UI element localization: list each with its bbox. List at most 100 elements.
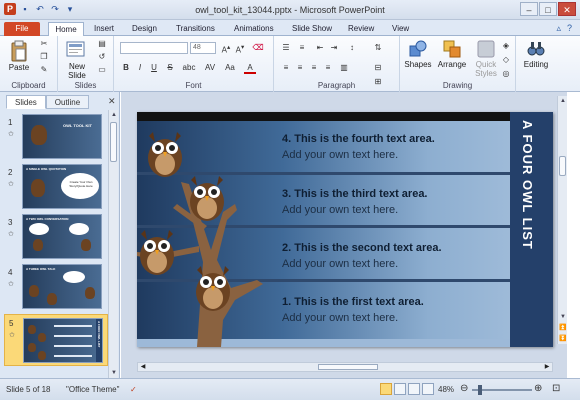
cut-icon[interactable]: ✂ xyxy=(38,38,50,50)
reset-icon[interactable]: ↺ xyxy=(96,51,108,63)
slide-title[interactable]: A FOUR OWL LIST xyxy=(520,120,535,250)
next-slide-icon[interactable]: ⏬ xyxy=(558,334,568,344)
scroll-left-icon[interactable]: ◀ xyxy=(138,363,148,371)
slide-thumbnail-1[interactable]: 1 ✩ OWL TOOL KIT xyxy=(4,114,108,162)
tab-outline[interactable]: Outline xyxy=(45,95,90,109)
text-area-1-heading[interactable]: 1. This is the first text area. xyxy=(282,296,424,308)
text-area-4-body[interactable]: Add your own text here. xyxy=(282,149,398,161)
slide-thumbnail-3[interactable]: 3 ✩ A TWO OWL CONVERSATION xyxy=(4,214,108,262)
text-area-2-body[interactable]: Add your own text here. xyxy=(282,258,398,270)
shapes-button[interactable]: Shapes xyxy=(402,60,434,69)
zoom-in-icon[interactable]: ⊕ xyxy=(534,383,542,394)
new-slide-button[interactable]: New Slide xyxy=(60,62,94,80)
paste-button[interactable]: Paste xyxy=(4,63,34,72)
quick-styles-icon[interactable] xyxy=(476,39,496,59)
tab-home[interactable]: Home xyxy=(48,22,84,36)
paste-icon[interactable] xyxy=(10,40,28,62)
italic-button[interactable]: I xyxy=(134,62,146,74)
text-area-1-body[interactable]: Add your own text here. xyxy=(282,312,398,324)
shape-outline-icon[interactable]: ◇ xyxy=(500,54,512,66)
tab-view[interactable]: View xyxy=(392,22,409,36)
strikethrough-button[interactable]: S xyxy=(164,62,176,74)
align-text-icon[interactable]: ⊟ xyxy=(372,62,384,74)
binoculars-icon[interactable] xyxy=(526,39,546,59)
scroll-down-icon[interactable]: ▼ xyxy=(558,312,568,322)
slide-thumbnail-2[interactable]: 2 ✩ A SINGLE OWL QUOTATION Create Your O… xyxy=(4,164,108,212)
justify-icon[interactable]: ≡ xyxy=(322,62,334,74)
tab-animations[interactable]: Animations xyxy=(234,22,274,36)
tab-transitions[interactable]: Transitions xyxy=(176,22,215,36)
increase-indent-icon[interactable]: ⇥ xyxy=(328,42,340,54)
clear-formatting-icon[interactable]: ⌫ xyxy=(252,42,264,54)
character-spacing-button[interactable]: AV xyxy=(202,62,218,74)
tab-slides[interactable]: Slides xyxy=(6,95,46,109)
editor-scroll-thumb[interactable] xyxy=(559,156,566,176)
text-area-4-heading[interactable]: 4. This is the fourth text area. xyxy=(282,133,435,145)
zoom-slider-thumb[interactable] xyxy=(478,385,482,395)
reading-view-icon[interactable] xyxy=(408,383,420,395)
font-size-combo[interactable]: 48 xyxy=(190,42,216,54)
scroll-right-icon[interactable]: ▶ xyxy=(542,363,552,371)
new-slide-icon[interactable] xyxy=(66,39,86,61)
help-icon[interactable]: ? xyxy=(567,23,572,34)
minimize-icon[interactable]: – xyxy=(520,2,538,16)
editor-vertical-scrollbar[interactable]: ▲ ▼ ⏫ ⏬ xyxy=(557,96,567,344)
text-area-3-body[interactable]: Add your own text here. xyxy=(282,204,398,216)
horizontal-scroll-thumb[interactable] xyxy=(318,364,378,370)
slide-sorter-view-icon[interactable] xyxy=(394,383,406,395)
font-name-combo[interactable] xyxy=(120,42,188,54)
quick-styles-button[interactable]: Quick Styles xyxy=(470,60,502,78)
tab-insert[interactable]: Insert xyxy=(94,22,114,36)
slide-canvas[interactable]: 4. This is the fourth text area. Add you… xyxy=(137,112,553,347)
arrange-button[interactable]: Arrange xyxy=(434,60,470,69)
zoom-level[interactable]: 48% xyxy=(438,385,454,394)
change-case-button[interactable]: Aa xyxy=(222,62,238,74)
layout-icon[interactable]: ▤ xyxy=(96,38,108,50)
section-icon[interactable]: ▭ xyxy=(96,64,108,76)
shape-fill-icon[interactable]: ◈ xyxy=(500,40,512,52)
tab-review[interactable]: Review xyxy=(348,22,374,36)
columns-icon[interactable]: ▥ xyxy=(338,62,350,74)
close-pane-icon[interactable]: ✕ xyxy=(108,96,116,107)
bullets-icon[interactable]: ☰ xyxy=(280,42,292,54)
slide-thumbnail-5[interactable]: 5 ✩ A FOUR OWL LIST xyxy=(4,314,108,366)
scroll-up-icon[interactable]: ▲ xyxy=(109,110,119,120)
slide-thumbnail-4[interactable]: 4 ✩ A THREE OWL TALK xyxy=(4,264,108,312)
align-center-icon[interactable]: ≡ xyxy=(294,62,306,74)
align-right-icon[interactable]: ≡ xyxy=(308,62,320,74)
close-icon[interactable]: ✕ xyxy=(558,2,576,16)
maximize-icon[interactable]: □ xyxy=(539,2,557,16)
fit-to-window-icon[interactable]: ⊡ xyxy=(552,383,560,394)
tab-file[interactable]: File xyxy=(4,22,40,36)
arrange-icon[interactable] xyxy=(442,39,462,59)
tab-slide-show[interactable]: Slide Show xyxy=(292,22,332,36)
zoom-out-icon[interactable]: ⊖ xyxy=(460,383,468,394)
shapes-icon[interactable] xyxy=(408,39,428,59)
shadow-button[interactable]: abc xyxy=(180,62,198,74)
line-spacing-icon[interactable]: ↕ xyxy=(346,42,358,54)
align-left-icon[interactable]: ≡ xyxy=(280,62,292,74)
slide-show-view-icon[interactable] xyxy=(422,383,434,395)
shape-effects-icon[interactable]: ◎ xyxy=(500,68,512,80)
spelling-check-icon[interactable]: ✓ xyxy=(130,385,137,394)
scroll-up-icon[interactable]: ▲ xyxy=(558,96,568,106)
tab-design[interactable]: Design xyxy=(132,22,157,36)
decrease-indent-icon[interactable]: ⇤ xyxy=(314,42,326,54)
scroll-down-icon[interactable]: ▼ xyxy=(109,368,119,378)
theme-name[interactable]: "Office Theme" xyxy=(66,385,119,394)
grow-font-icon[interactable]: A▴ xyxy=(220,42,232,55)
collapse-ribbon-icon[interactable]: ▵ xyxy=(556,23,561,34)
bold-button[interactable]: B xyxy=(120,62,132,74)
text-area-2-heading[interactable]: 2. This is the second text area. xyxy=(282,242,442,254)
text-direction-icon[interactable]: ⇅ xyxy=(372,42,384,54)
font-color-button[interactable]: A xyxy=(244,62,256,74)
previous-slide-icon[interactable]: ⏫ xyxy=(558,323,568,333)
scroll-thumb[interactable] xyxy=(110,122,117,162)
text-area-3-heading[interactable]: 3. This is the third text area. xyxy=(282,188,428,200)
thumbnail-scrollbar[interactable]: ▲ ▼ xyxy=(108,110,118,378)
underline-button[interactable]: U xyxy=(148,62,160,74)
shrink-font-icon[interactable]: A▾ xyxy=(234,42,246,55)
normal-view-icon[interactable] xyxy=(380,383,392,395)
editing-button[interactable]: Editing xyxy=(516,60,556,69)
copy-icon[interactable]: ❐ xyxy=(38,51,50,63)
